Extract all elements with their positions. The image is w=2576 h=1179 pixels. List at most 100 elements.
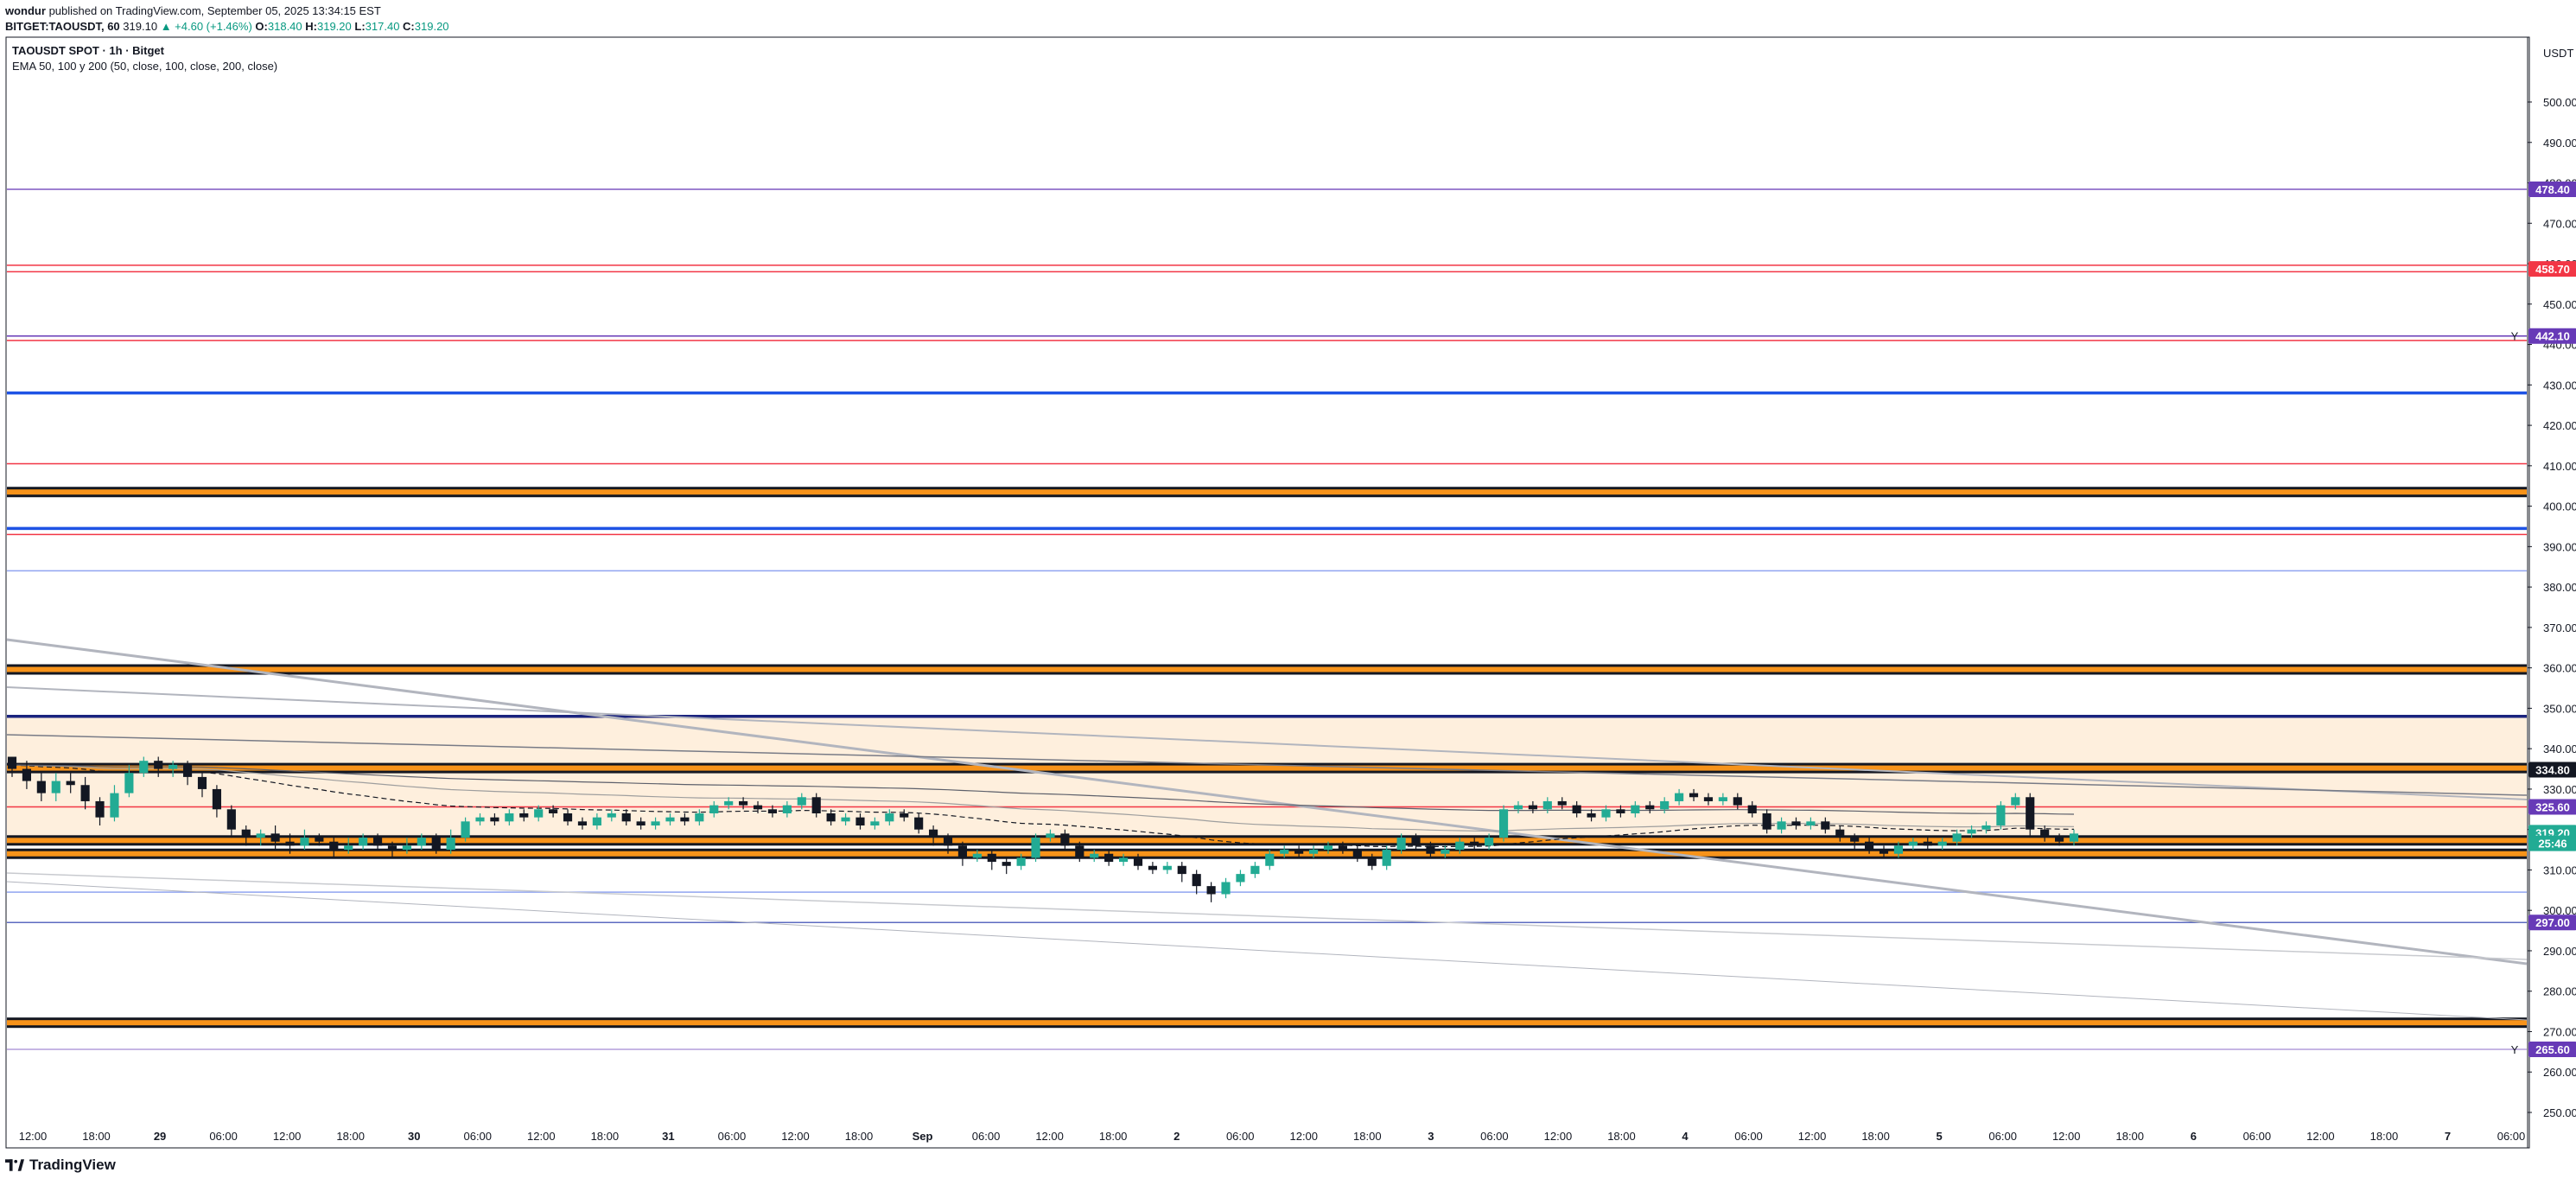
candle-body: [1498, 809, 1509, 838]
candle-body: [1206, 886, 1216, 895]
price-tag-marker: Y: [2511, 1043, 2519, 1056]
candle-body: [1060, 833, 1070, 846]
candle-body: [1426, 845, 1435, 854]
time-tick-label: 18:00: [1861, 1130, 1890, 1143]
ohlc-bar: BITGET:TAOUSDT, 60 319.10 ▲ +4.60 (+1.46…: [5, 19, 449, 35]
candle-body: [1308, 850, 1319, 854]
candle-body: [607, 813, 616, 818]
time-tick-label: 3: [1428, 1130, 1434, 1143]
price-tick-label: 280.00: [2543, 985, 2576, 998]
open-value: 318.40: [267, 20, 302, 33]
price-tick-label: 410.00: [2543, 460, 2576, 473]
candle-body: [1542, 800, 1552, 810]
candle-body: [2011, 797, 2020, 806]
author-name[interactable]: wondur: [5, 4, 46, 17]
candle-body: [139, 761, 149, 774]
high-value: 319.20: [316, 20, 352, 33]
candle-body: [1689, 793, 1699, 798]
candle-body: [957, 845, 968, 858]
time-tick-label: 06:00: [463, 1130, 492, 1143]
candle-body: [256, 833, 265, 838]
candle-body: [315, 838, 324, 842]
candle-body: [461, 821, 470, 838]
candle-body: [285, 841, 295, 846]
candle-body: [870, 821, 880, 826]
time-tick-label: 18:00: [82, 1130, 111, 1143]
price-tick-label: 370.00: [2543, 621, 2576, 634]
candle-body: [1981, 825, 1991, 830]
time-tick-label: 18:00: [2115, 1130, 2144, 1143]
candle-body: [709, 805, 719, 813]
legend-indicator[interactable]: EMA 50, 100 y 200 (50, close, 100, close…: [12, 59, 277, 74]
legend-title[interactable]: TAOUSDT SPOT · 1h · Bitget: [12, 43, 277, 59]
time-tick-label: 18:00: [591, 1130, 620, 1143]
time-tick-label: 12:00: [1035, 1130, 1064, 1143]
candle-body: [1177, 865, 1186, 875]
chart-legend: TAOUSDT SPOT · 1h · Bitget EMA 50, 100 y…: [12, 43, 277, 74]
candle-body: [1250, 865, 1260, 875]
price-tick-label: 400.00: [2543, 500, 2576, 513]
price-tag-label: 442.10: [2535, 330, 2570, 343]
candle-body: [182, 764, 193, 777]
price-tick-label: 500.00: [2543, 96, 2576, 109]
time-tick-label: 06:00: [2243, 1130, 2272, 1143]
candle-body: [563, 813, 573, 822]
candle-body: [2040, 829, 2050, 838]
candle-body: [1557, 800, 1567, 806]
time-tick-label: 06:00: [718, 1130, 747, 1143]
candle-body: [387, 845, 398, 851]
price-tag-label: 265.60: [2535, 1043, 2570, 1056]
candle-body: [154, 761, 163, 769]
low-label: L:: [354, 20, 366, 33]
candle-body: [1104, 853, 1114, 863]
time-tick-label: 06:00: [1988, 1130, 2017, 1143]
candle-body: [95, 800, 105, 818]
candle-body: [1703, 797, 1714, 801]
candle-body: [651, 821, 660, 826]
candle-body: [900, 813, 909, 818]
chart-canvas[interactable]: USDT 250.00260.00270.00280.00290.00300.0…: [0, 0, 2576, 1179]
time-tick-label: 12:00: [781, 1130, 810, 1143]
candle-body: [1718, 797, 1727, 801]
candle-body: [1996, 805, 2006, 826]
candle-body: [1631, 805, 1640, 813]
time-tick-label: 18:00: [845, 1130, 874, 1143]
candle-body: [372, 838, 383, 846]
candle-body: [1806, 821, 1816, 826]
candle-body: [169, 764, 178, 769]
candle-body: [680, 817, 690, 822]
candle-body: [1850, 838, 1860, 842]
candle-body: [1733, 797, 1742, 806]
candle-body: [1162, 865, 1172, 870]
time-tick-label: 12:00: [2052, 1130, 2081, 1143]
candle-body: [1441, 850, 1450, 854]
candle-body: [1411, 838, 1421, 846]
symbol-label: BITGET:TAOUSDT, 60: [5, 20, 120, 33]
candle-body: [2055, 838, 2064, 842]
candle-body: [1352, 850, 1362, 858]
candle-body: [1572, 805, 1581, 813]
time-tick-label: 12:00: [1289, 1130, 1318, 1143]
candle-body: [1133, 857, 1143, 866]
candle-body: [929, 829, 938, 838]
candle-body: [1587, 813, 1596, 818]
time-tick-label: 06:00: [1226, 1130, 1255, 1143]
time-tick-label: 12:00: [1798, 1130, 1827, 1143]
candle-body: [2069, 833, 2079, 842]
candle-body: [1660, 800, 1670, 810]
candle-body: [1470, 841, 1479, 846]
candle-body: [972, 853, 982, 858]
candle-body: [549, 809, 558, 813]
candle-body: [1791, 821, 1801, 826]
candle-body: [797, 797, 806, 806]
candle-body: [51, 781, 60, 793]
time-tick-label: 12:00: [19, 1130, 48, 1143]
time-tick-label: 18:00: [1607, 1130, 1636, 1143]
orange-band: [7, 666, 2527, 672]
high-label: H:: [305, 20, 317, 33]
candle-body: [1367, 857, 1377, 866]
candle-body: [1528, 805, 1537, 810]
time-tick-label: 18:00: [2370, 1130, 2399, 1143]
price-tag-label: 334.80: [2535, 763, 2570, 776]
resistance-zone: [7, 716, 2527, 838]
